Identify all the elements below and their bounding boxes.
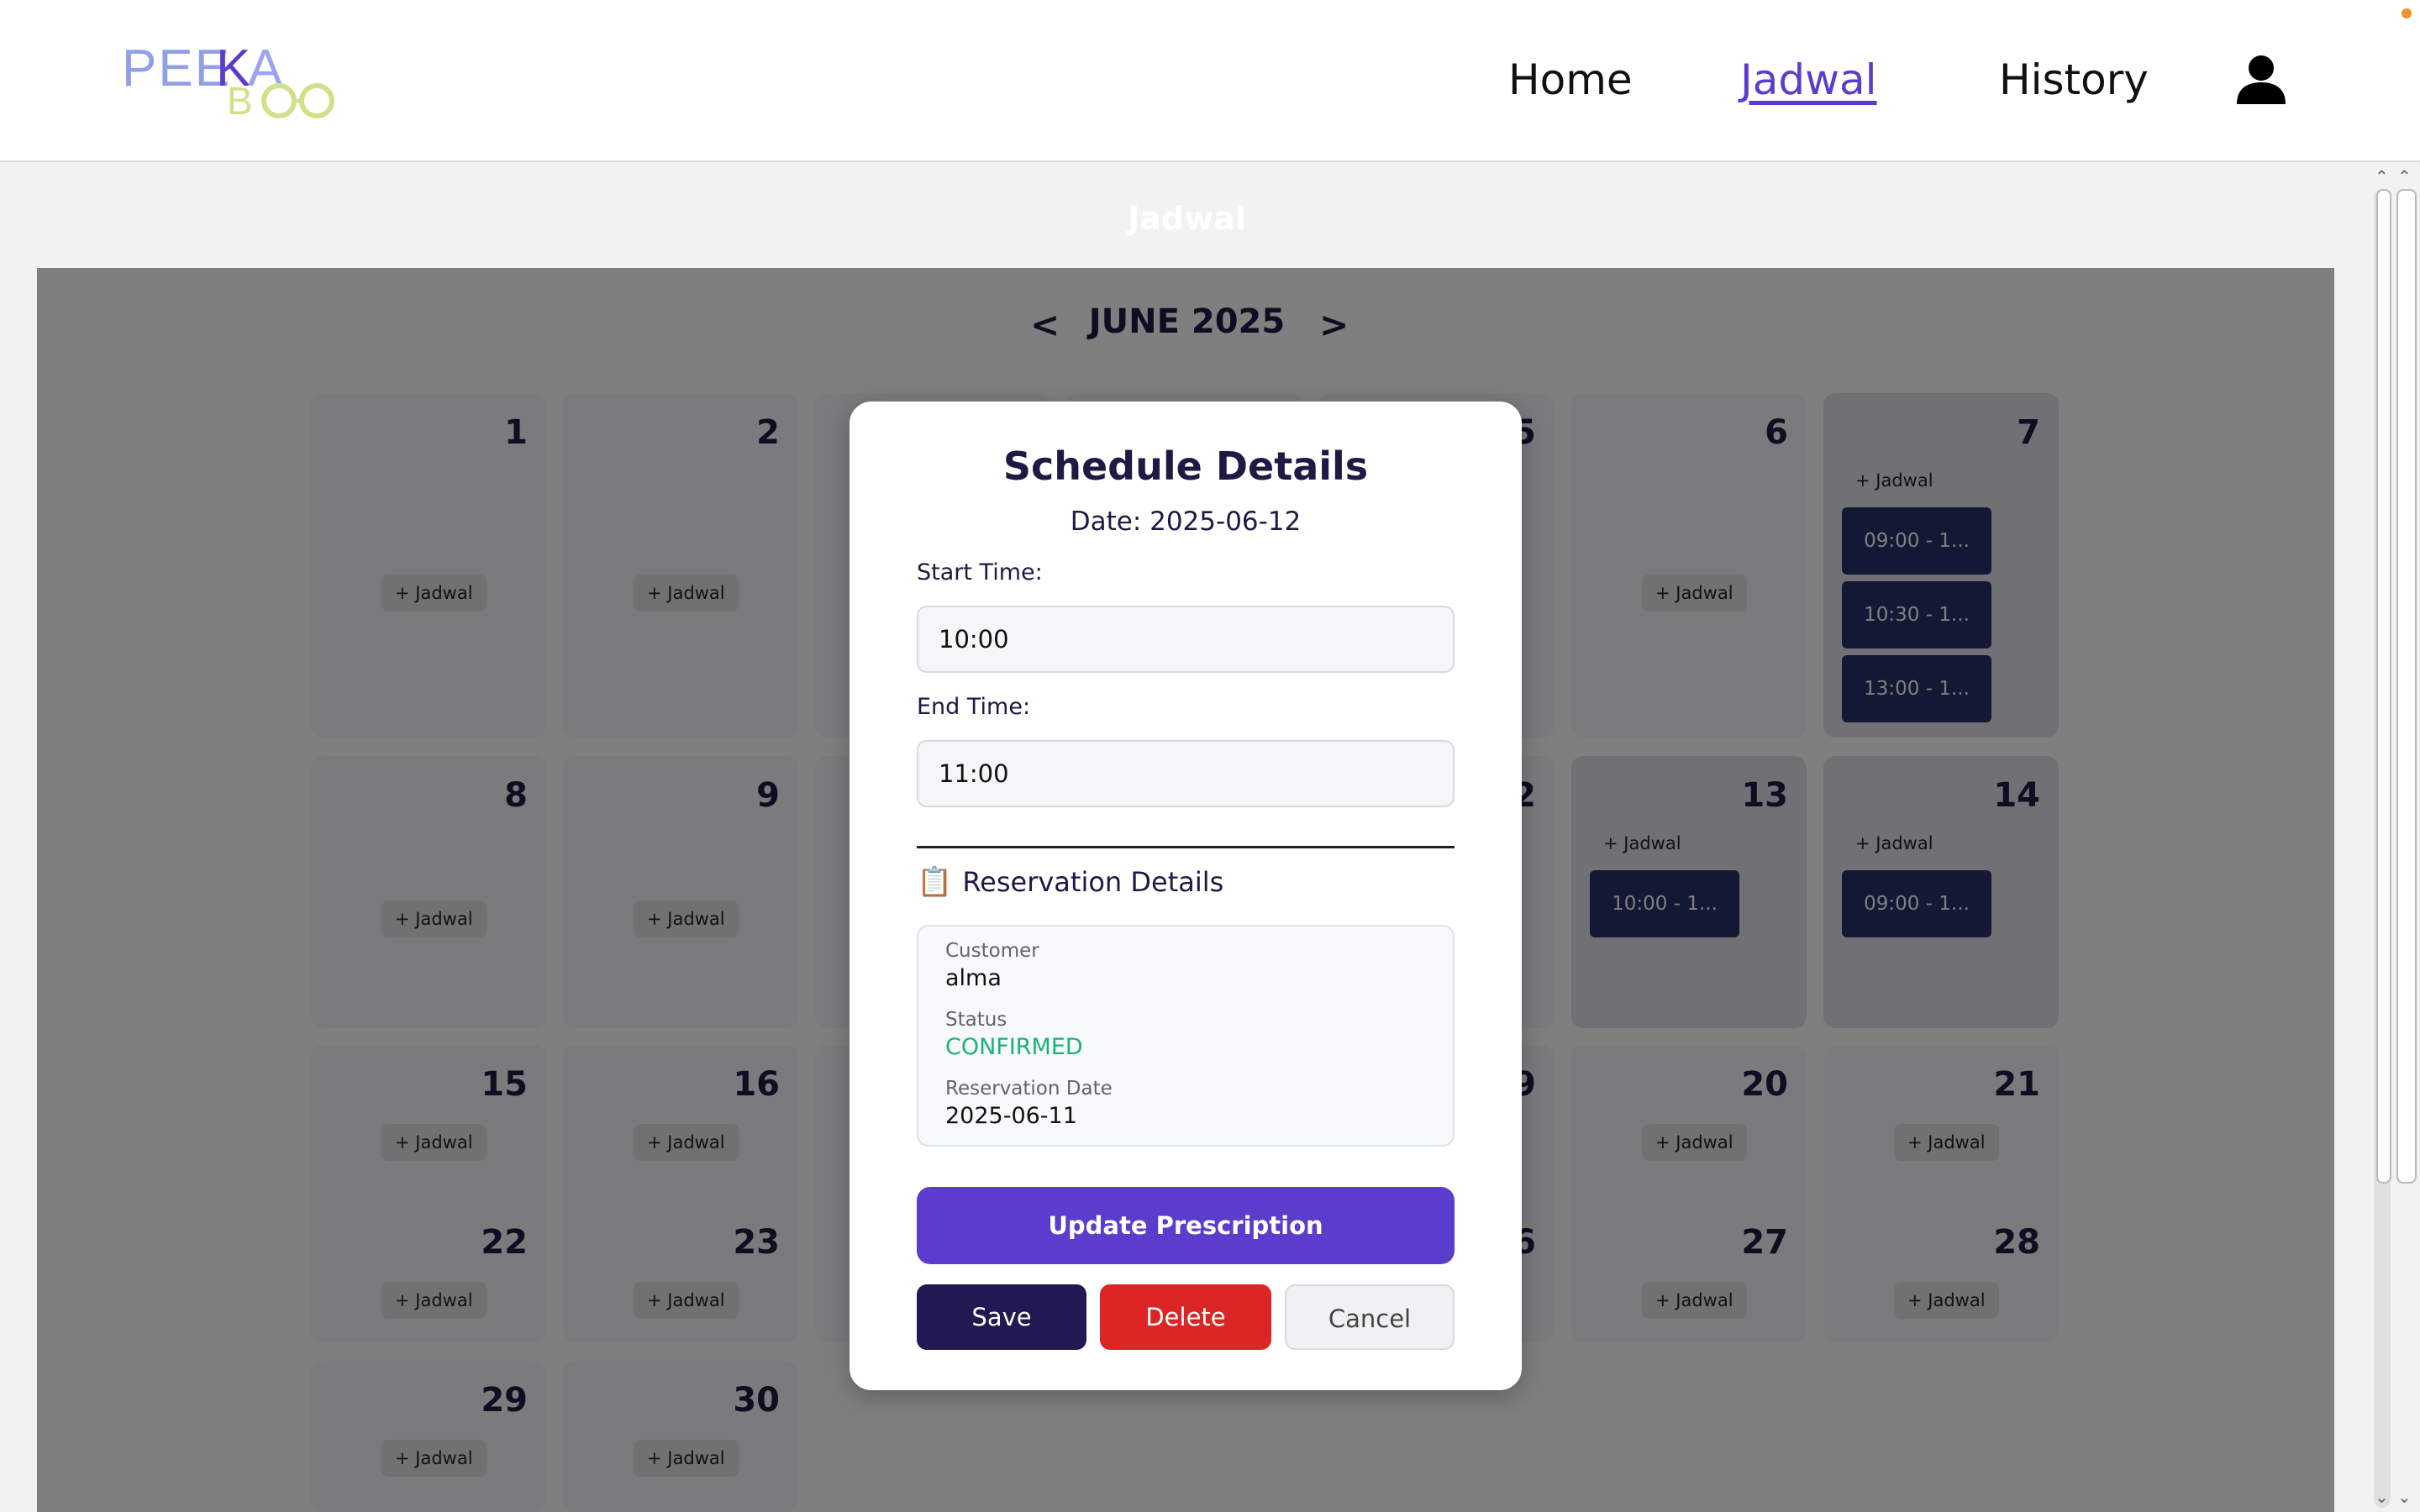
end-time-label: End Time: — [917, 694, 1031, 720]
scroll-up-icon[interactable]: ⌃ — [2397, 166, 2412, 186]
nav-home[interactable]: Home — [1508, 52, 1633, 108]
nav-jadwal[interactable]: Jadwal — [1740, 52, 1877, 108]
start-time-input[interactable]: 10:00 — [917, 606, 1455, 673]
scroll-down-icon[interactable]: ⌄ — [2375, 1487, 2389, 1507]
status-label: Status — [945, 1009, 1007, 1031]
page-title: Jadwal — [1128, 200, 1246, 237]
save-button[interactable]: Save — [917, 1284, 1086, 1350]
reservation-date-label: Reservation Date — [945, 1078, 1113, 1100]
end-time-input[interactable]: 11:00 — [917, 740, 1455, 807]
svg-text:PEE: PEE — [122, 39, 231, 97]
scrollbar-thumb[interactable] — [2376, 189, 2391, 1184]
top-navbar: PEE K A B Home Jadwal History — [0, 0, 2420, 162]
cancel-button[interactable]: Cancel — [1285, 1284, 1455, 1350]
start-time-label: Start Time: — [917, 559, 1043, 585]
reservation-date-value: 2025-06-11 — [945, 1103, 1077, 1129]
scrollbar-thumb-secondary[interactable] — [2396, 189, 2417, 1184]
svg-text:B: B — [227, 79, 253, 123]
reservation-heading-label: Reservation Details — [962, 866, 1224, 898]
clipboard-icon: 📋 — [917, 865, 953, 899]
customer-label: Customer — [945, 940, 1039, 962]
user-account-icon[interactable] — [2235, 54, 2287, 106]
modal-date: Date: 2025-06-12 — [1070, 507, 1302, 537]
svg-text:A: A — [248, 39, 283, 97]
peekaboo-logo[interactable]: PEE K A B — [122, 34, 374, 126]
reservation-details-card: Customer alma Status CONFIRMED Reservati… — [917, 925, 1455, 1147]
modal-title: Schedule Details — [1002, 444, 1369, 489]
reservation-heading: 📋 Reservation Details — [917, 865, 1223, 899]
status-value: CONFIRMED — [945, 1034, 1083, 1060]
schedule-details-modal: Schedule Details Date: 2025-06-12 Start … — [850, 402, 1522, 1390]
customer-value: alma — [945, 965, 1002, 991]
update-prescription-button[interactable]: Update Prescription — [917, 1187, 1455, 1264]
section-divider — [917, 846, 1455, 848]
delete-button[interactable]: Delete — [1100, 1284, 1271, 1350]
nav-history[interactable]: History — [1999, 52, 2149, 108]
scroll-down-icon[interactable]: ⌄ — [2397, 1487, 2412, 1507]
scroll-up-icon[interactable]: ⌃ — [2375, 166, 2389, 186]
notification-dot — [2402, 8, 2412, 18]
